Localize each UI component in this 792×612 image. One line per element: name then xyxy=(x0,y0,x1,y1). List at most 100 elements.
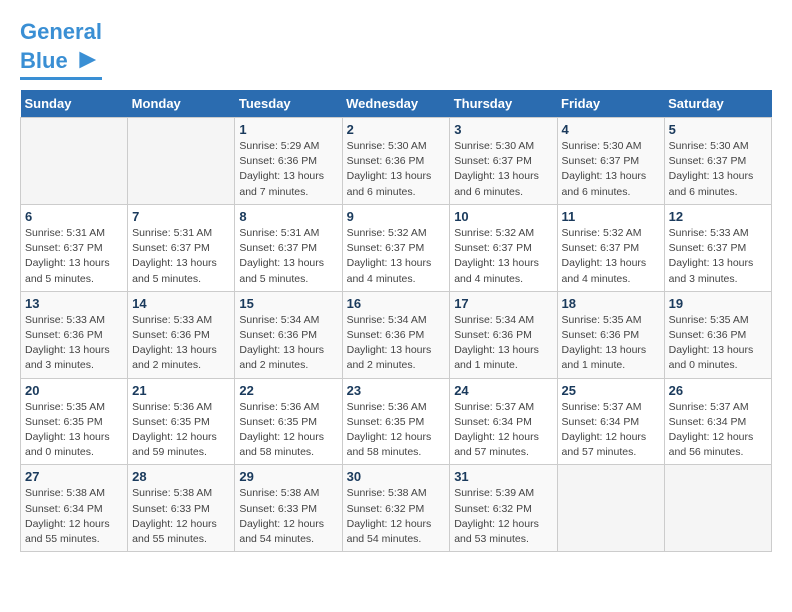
day-info: Sunrise: 5:33 AM Sunset: 6:36 PM Dayligh… xyxy=(25,313,123,374)
day-number: 5 xyxy=(669,122,767,137)
day-number: 8 xyxy=(239,209,337,224)
calendar-cell: 6 Sunrise: 5:31 AM Sunset: 6:37 PM Daylig… xyxy=(21,204,128,291)
calendar-cell: 28 Sunrise: 5:38 AM Sunset: 6:33 PM Dayli… xyxy=(128,465,235,552)
calendar-cell xyxy=(664,465,771,552)
day-number: 14 xyxy=(132,296,230,311)
calendar-cell xyxy=(557,465,664,552)
day-number: 15 xyxy=(239,296,337,311)
weekday-header-wednesday: Wednesday xyxy=(342,90,450,118)
calendar-cell: 19 Sunrise: 5:35 AM Sunset: 6:36 PM Dayli… xyxy=(664,291,771,378)
logo-general: General xyxy=(20,19,102,44)
week-row-3: 13Sunrise: 5:33 AM Sunset: 6:36 PM Dayli… xyxy=(21,291,772,378)
weekday-header-sunday: Sunday xyxy=(21,90,128,118)
day-number: 18 xyxy=(562,296,660,311)
day-number: 26 xyxy=(669,383,767,398)
day-info: Sunrise: 5:35 AM Sunset: 6:35 PM Dayligh… xyxy=(25,400,123,461)
calendar-cell: 1Sunrise: 5:29 AM Sunset: 6:36 PM Daylig… xyxy=(235,117,342,204)
calendar-cell: 2Sunrise: 5:30 AM Sunset: 6:36 PM Daylig… xyxy=(342,117,450,204)
day-number: 1 xyxy=(239,122,337,137)
weekday-header-row: SundayMondayTuesdayWednesdayThursdayFrid… xyxy=(21,90,772,118)
day-info: Sunrise: 5:37 AM Sunset: 6:34 PM Dayligh… xyxy=(562,400,660,461)
day-info: Sunrise: 5:36 AM Sunset: 6:35 PM Dayligh… xyxy=(132,400,230,461)
calendar-cell: 29 Sunrise: 5:38 AM Sunset: 6:33 PM Dayli… xyxy=(235,465,342,552)
calendar-cell: 30 Sunrise: 5:38 AM Sunset: 6:32 PM Dayli… xyxy=(342,465,450,552)
weekday-header-saturday: Saturday xyxy=(664,90,771,118)
day-number: 12 xyxy=(669,209,767,224)
calendar-body: 1Sunrise: 5:29 AM Sunset: 6:36 PM Daylig… xyxy=(21,117,772,551)
day-number: 28 xyxy=(132,469,230,484)
day-info: Sunrise: 5:38 AM Sunset: 6:33 PM Dayligh… xyxy=(132,486,230,547)
logo: General Blue ► xyxy=(20,20,102,80)
day-info: Sunrise: 5:36 AM Sunset: 6:35 PM Dayligh… xyxy=(347,400,446,461)
day-info: Sunrise: 5:30 AM Sunset: 6:37 PM Dayligh… xyxy=(454,139,552,200)
day-number: 17 xyxy=(454,296,552,311)
day-info: Sunrise: 5:34 AM Sunset: 6:36 PM Dayligh… xyxy=(454,313,552,374)
week-row-1: 1Sunrise: 5:29 AM Sunset: 6:36 PM Daylig… xyxy=(21,117,772,204)
weekday-header-friday: Friday xyxy=(557,90,664,118)
calendar-cell: 25 Sunrise: 5:37 AM Sunset: 6:34 PM Dayli… xyxy=(557,378,664,465)
calendar-cell: 16 Sunrise: 5:34 AM Sunset: 6:36 PM Dayli… xyxy=(342,291,450,378)
day-number: 6 xyxy=(25,209,123,224)
calendar-cell: 3 Sunrise: 5:30 AM Sunset: 6:37 PM Daylig… xyxy=(450,117,557,204)
day-number: 7 xyxy=(132,209,230,224)
day-number: 23 xyxy=(347,383,446,398)
day-info: Sunrise: 5:31 AM Sunset: 6:37 PM Dayligh… xyxy=(25,226,123,287)
day-info: Sunrise: 5:33 AM Sunset: 6:37 PM Dayligh… xyxy=(669,226,767,287)
calendar-cell: 18Sunrise: 5:35 AM Sunset: 6:36 PM Dayli… xyxy=(557,291,664,378)
calendar-table: SundayMondayTuesdayWednesdayThursdayFrid… xyxy=(20,90,772,552)
day-info: Sunrise: 5:36 AM Sunset: 6:35 PM Dayligh… xyxy=(239,400,337,461)
calendar-cell: 21Sunrise: 5:36 AM Sunset: 6:35 PM Dayli… xyxy=(128,378,235,465)
day-info: Sunrise: 5:38 AM Sunset: 6:33 PM Dayligh… xyxy=(239,486,337,547)
day-info: Sunrise: 5:30 AM Sunset: 6:37 PM Dayligh… xyxy=(562,139,660,200)
day-info: Sunrise: 5:32 AM Sunset: 6:37 PM Dayligh… xyxy=(347,226,446,287)
day-info: Sunrise: 5:37 AM Sunset: 6:34 PM Dayligh… xyxy=(454,400,552,461)
page-header: General Blue ► xyxy=(20,20,772,80)
calendar-cell: 9 Sunrise: 5:32 AM Sunset: 6:37 PM Daylig… xyxy=(342,204,450,291)
day-number: 3 xyxy=(454,122,552,137)
weekday-header-thursday: Thursday xyxy=(450,90,557,118)
calendar-cell: 22 Sunrise: 5:36 AM Sunset: 6:35 PM Dayli… xyxy=(235,378,342,465)
calendar-cell: 13Sunrise: 5:33 AM Sunset: 6:36 PM Dayli… xyxy=(21,291,128,378)
day-info: Sunrise: 5:32 AM Sunset: 6:37 PM Dayligh… xyxy=(562,226,660,287)
calendar-cell: 11Sunrise: 5:32 AM Sunset: 6:37 PM Dayli… xyxy=(557,204,664,291)
day-number: 16 xyxy=(347,296,446,311)
weekday-header-tuesday: Tuesday xyxy=(235,90,342,118)
calendar-cell: 31 Sunrise: 5:39 AM Sunset: 6:32 PM Dayli… xyxy=(450,465,557,552)
day-info: Sunrise: 5:39 AM Sunset: 6:32 PM Dayligh… xyxy=(454,486,552,547)
day-number: 20 xyxy=(25,383,123,398)
weekday-header-monday: Monday xyxy=(128,90,235,118)
calendar-cell xyxy=(21,117,128,204)
day-info: Sunrise: 5:31 AM Sunset: 6:37 PM Dayligh… xyxy=(132,226,230,287)
day-number: 24 xyxy=(454,383,552,398)
calendar-cell: 24 Sunrise: 5:37 AM Sunset: 6:34 PM Dayli… xyxy=(450,378,557,465)
day-number: 4 xyxy=(562,122,660,137)
day-info: Sunrise: 5:30 AM Sunset: 6:37 PM Dayligh… xyxy=(669,139,767,200)
day-info: Sunrise: 5:35 AM Sunset: 6:36 PM Dayligh… xyxy=(669,313,767,374)
logo-blue: Blue xyxy=(20,48,68,73)
day-info: Sunrise: 5:38 AM Sunset: 6:34 PM Dayligh… xyxy=(25,486,123,547)
day-info: Sunrise: 5:34 AM Sunset: 6:36 PM Dayligh… xyxy=(347,313,446,374)
day-info: Sunrise: 5:31 AM Sunset: 6:37 PM Dayligh… xyxy=(239,226,337,287)
calendar-cell: 15Sunrise: 5:34 AM Sunset: 6:36 PM Dayli… xyxy=(235,291,342,378)
day-number: 22 xyxy=(239,383,337,398)
day-number: 9 xyxy=(347,209,446,224)
day-number: 30 xyxy=(347,469,446,484)
day-info: Sunrise: 5:37 AM Sunset: 6:34 PM Dayligh… xyxy=(669,400,767,461)
day-number: 29 xyxy=(239,469,337,484)
calendar-cell: 10Sunrise: 5:32 AM Sunset: 6:37 PM Dayli… xyxy=(450,204,557,291)
calendar-cell: 17 Sunrise: 5:34 AM Sunset: 6:36 PM Dayli… xyxy=(450,291,557,378)
day-info: Sunrise: 5:38 AM Sunset: 6:32 PM Dayligh… xyxy=(347,486,446,547)
day-info: Sunrise: 5:30 AM Sunset: 6:36 PM Dayligh… xyxy=(347,139,446,200)
day-number: 10 xyxy=(454,209,552,224)
calendar-cell: 26 Sunrise: 5:37 AM Sunset: 6:34 PM Dayli… xyxy=(664,378,771,465)
calendar-cell: 8 Sunrise: 5:31 AM Sunset: 6:37 PM Daylig… xyxy=(235,204,342,291)
day-number: 27 xyxy=(25,469,123,484)
week-row-4: 20 Sunrise: 5:35 AM Sunset: 6:35 PM Dayli… xyxy=(21,378,772,465)
day-number: 25 xyxy=(562,383,660,398)
logo-underline xyxy=(20,77,102,80)
day-number: 31 xyxy=(454,469,552,484)
week-row-2: 6 Sunrise: 5:31 AM Sunset: 6:37 PM Daylig… xyxy=(21,204,772,291)
logo-text: General Blue ► xyxy=(20,20,102,75)
calendar-cell: 27 Sunrise: 5:38 AM Sunset: 6:34 PM Dayli… xyxy=(21,465,128,552)
day-number: 19 xyxy=(669,296,767,311)
